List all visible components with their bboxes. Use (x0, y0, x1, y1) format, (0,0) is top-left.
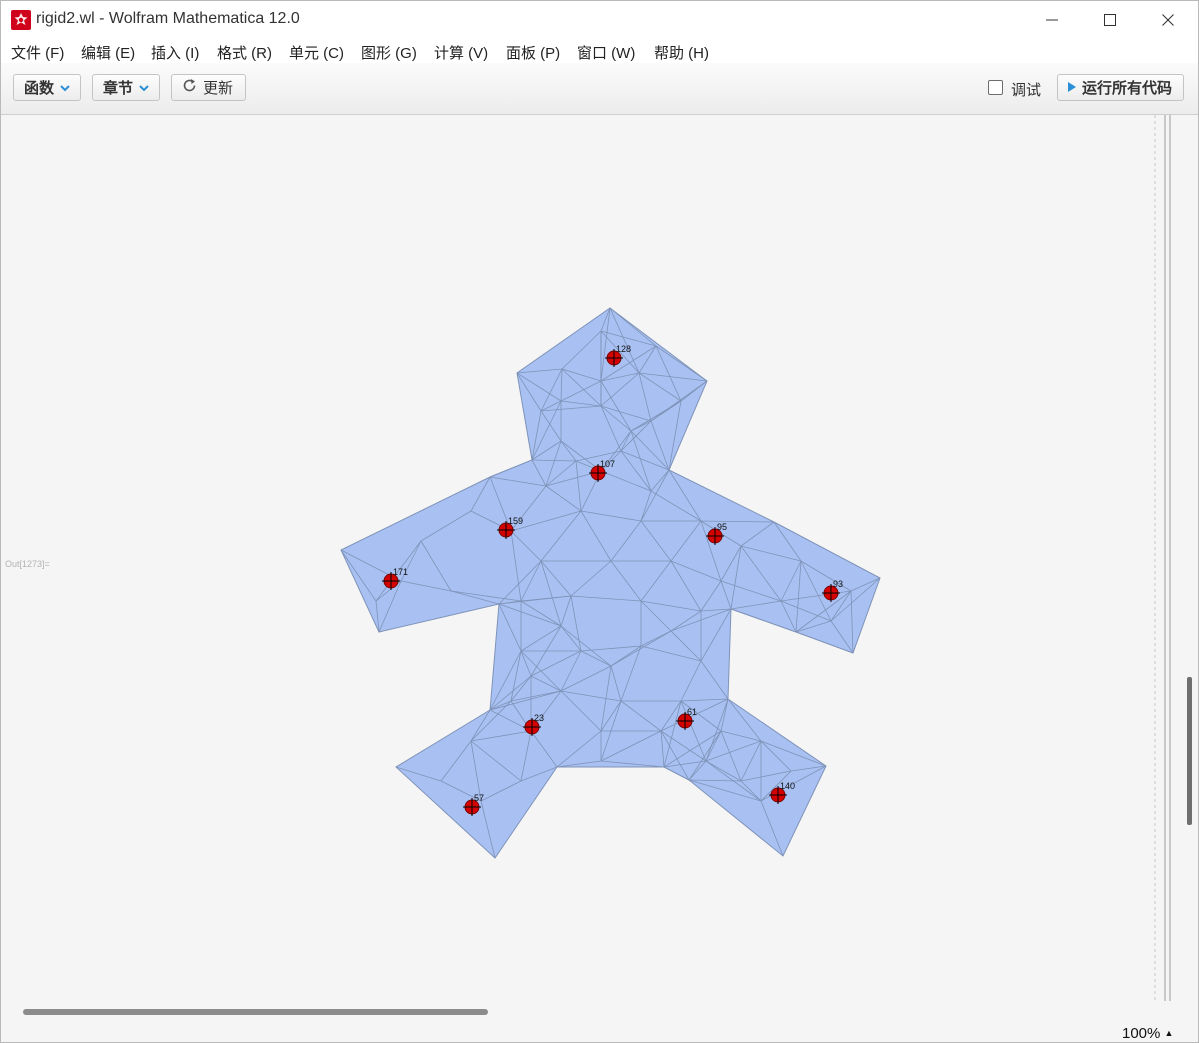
run-all-label: 运行所有代码 (1082, 80, 1173, 97)
horizontal-scrollbar[interactable] (23, 1009, 488, 1015)
node-label: 171 (393, 567, 408, 577)
menu-file[interactable]: 文件 (F) (11, 42, 64, 63)
chevron-down-icon (60, 79, 70, 96)
menu-palettes[interactable]: 面板 (P) (506, 42, 560, 63)
menu-bar: 文件 (F) 编辑 (E) 插入 (I) 格式 (R) 单元 (C) 图形 (G… (1, 38, 1198, 63)
mathematica-spikey-icon (11, 10, 31, 30)
node-label: 107 (600, 459, 615, 469)
title-bar: rigid2.wl - Wolfram Mathematica 12.0 (1, 1, 1198, 38)
zoom-control[interactable]: 100% ▲ (1122, 1025, 1173, 1042)
menu-window[interactable]: 窗口 (W) (577, 42, 635, 63)
cell-brackets (1154, 115, 1171, 1001)
caret-up-icon: ▲ (1164, 1028, 1174, 1038)
debug-label: 调试 (1011, 82, 1042, 99)
triangle-mesh-graphic: 128 107 159 95 171 93 23 61 57 140 (340, 307, 881, 859)
menu-cell[interactable]: 单元 (C) (289, 42, 344, 63)
zoom-level: 100% (1122, 1025, 1161, 1042)
sections-dropdown[interactable]: 章节 (92, 74, 160, 101)
menu-evaluation[interactable]: 计算 (V) (434, 42, 488, 63)
status-bar (1, 1001, 1198, 1042)
chevron-down-icon (139, 79, 149, 96)
refresh-icon (182, 78, 197, 97)
node-label: 93 (833, 579, 843, 589)
node-label: 128 (616, 344, 631, 354)
notebook-area[interactable]: Out[1273]= 128 107 159 95 171 93 23 61 57 140 (1, 115, 1198, 1001)
close-icon (1162, 14, 1174, 26)
functions-dropdown[interactable]: 函数 (13, 74, 81, 101)
window-title: rigid2.wl - Wolfram Mathematica 12.0 (36, 10, 300, 27)
menu-insert[interactable]: 插入 (I) (151, 42, 199, 63)
node-label: 140 (780, 781, 795, 791)
maximize-button[interactable] (1087, 5, 1133, 35)
node-label: 159 (508, 516, 523, 526)
debug-checkbox[interactable] (988, 80, 1003, 95)
vertical-scrollbar[interactable] (1187, 677, 1192, 825)
node-label: 57 (474, 793, 484, 803)
menu-graphics[interactable]: 图形 (G) (361, 42, 417, 63)
minimize-button[interactable] (1029, 5, 1075, 35)
node-label: 61 (687, 707, 697, 717)
menu-help[interactable]: 帮助 (H) (654, 42, 709, 63)
sections-label: 章节 (103, 80, 134, 97)
maximize-icon (1104, 14, 1116, 26)
menu-edit[interactable]: 编辑 (E) (81, 42, 135, 63)
functions-label: 函数 (24, 80, 55, 97)
menu-format[interactable]: 格式 (R) (217, 42, 272, 63)
node-label: 95 (717, 522, 727, 532)
update-button[interactable]: 更新 (171, 74, 246, 101)
close-button[interactable] (1145, 5, 1191, 35)
play-icon (1068, 79, 1076, 96)
node-label: 23 (534, 713, 544, 723)
update-label: 更新 (203, 80, 234, 97)
minimize-icon (1046, 19, 1058, 21)
toolbar: 函数 章节 更新 调试 运行所有代码 (1, 63, 1198, 115)
run-all-button[interactable]: 运行所有代码 (1057, 74, 1184, 101)
mathematica-window: rigid2.wl - Wolfram Mathematica 12.0 文件 … (0, 0, 1199, 1043)
